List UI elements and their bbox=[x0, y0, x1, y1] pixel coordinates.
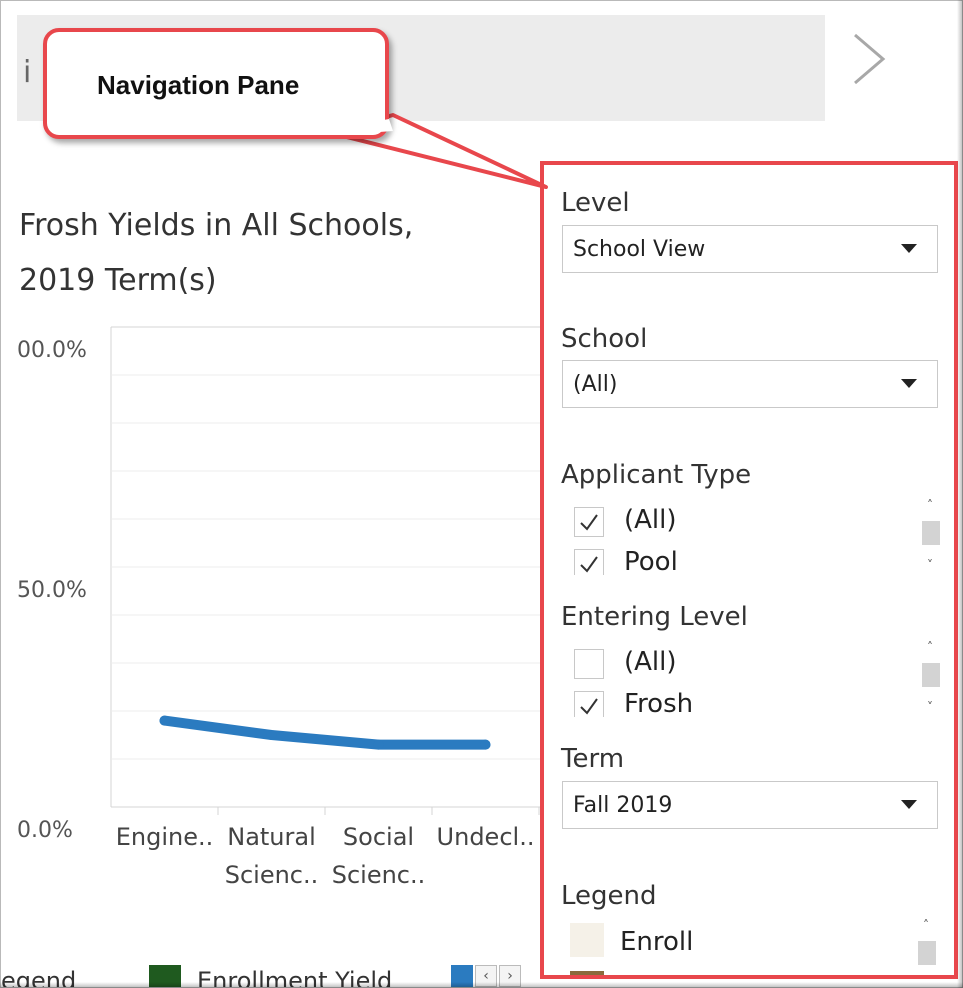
y-tick-label: 00.0% bbox=[17, 338, 87, 363]
school-label: School bbox=[561, 324, 648, 354]
entering-level-option-label: (All) bbox=[624, 647, 677, 677]
dropdown-arrow-icon bbox=[901, 379, 917, 388]
x-tick-label: Engine.. bbox=[116, 823, 214, 851]
chart-title: Frosh Yields in All Schools, bbox=[19, 208, 414, 243]
applicant-type-list: (All) Pool ˄ ˅ bbox=[562, 495, 940, 575]
applicant-type-option-label: Pool bbox=[624, 547, 678, 575]
enroll-swatch bbox=[570, 923, 604, 957]
chart-subtitle: 2019 Term(s) bbox=[19, 263, 217, 298]
applicant-type-scrollbar[interactable]: ˄ ˅ bbox=[920, 495, 940, 575]
scroll-thumb[interactable] bbox=[922, 663, 940, 687]
term-dropdown[interactable]: Fall 2019 bbox=[562, 781, 938, 829]
checkmark-icon bbox=[580, 556, 598, 573]
legend-scrollbar[interactable]: ˄ bbox=[916, 915, 936, 975]
callout-text: Navigation Pane bbox=[97, 70, 300, 100]
x-tick-label: Social bbox=[343, 823, 414, 851]
checkbox[interactable] bbox=[574, 507, 604, 537]
x-tick-label: Scienc.. bbox=[332, 861, 426, 889]
dropdown-arrow-icon bbox=[901, 800, 917, 809]
school-dropdown[interactable]: (All) bbox=[562, 360, 938, 408]
yield-line-chart: 00.0% 50.0% 0.0% Engine.. Natural Scienc.. Soc… bbox=[17, 326, 541, 889]
checkbox[interactable] bbox=[574, 649, 604, 679]
scroll-up-icon[interactable]: ˄ bbox=[920, 495, 940, 515]
x-tick-label: Undecl.. bbox=[437, 823, 535, 851]
scroll-up-icon[interactable]: ˄ bbox=[916, 915, 936, 935]
term-label: Term bbox=[561, 744, 625, 774]
x-tick-label: Scienc.. bbox=[225, 861, 319, 889]
scroll-up-icon[interactable]: ˄ bbox=[920, 637, 940, 657]
app-frame: i Frosh Yields in All Schools, 2019 Term… bbox=[0, 0, 963, 988]
y-tick-label: 0.0% bbox=[17, 818, 73, 843]
level-dropdown[interactable]: School View bbox=[562, 225, 938, 273]
checkbox[interactable] bbox=[574, 549, 604, 575]
dropdown-arrow-icon bbox=[901, 244, 917, 253]
admit-swatch bbox=[570, 971, 604, 975]
level-label: Level bbox=[561, 188, 630, 218]
level-dropdown-value: School View bbox=[573, 237, 706, 262]
entering-level-option-label: Frosh bbox=[624, 689, 694, 717]
series-point bbox=[480, 739, 491, 750]
top-bar-text: i bbox=[23, 55, 32, 90]
window-shadow bbox=[957, 0, 963, 988]
checkmark-icon bbox=[580, 698, 598, 715]
navigation-pane: Level School View School (All) Applicant… bbox=[540, 161, 958, 979]
entering-level-list: (All) Frosh ˄ ˅ bbox=[562, 637, 940, 717]
applicant-type-option-label: (All) bbox=[624, 505, 677, 535]
series-point bbox=[373, 739, 384, 750]
entering-level-scrollbar[interactable]: ˄ ˅ bbox=[920, 637, 940, 717]
scroll-thumb[interactable] bbox=[922, 521, 940, 545]
series-point bbox=[266, 730, 277, 740]
legend-item-enroll: Enroll bbox=[620, 927, 694, 957]
checkmark-icon bbox=[580, 514, 598, 531]
entering-level-label: Entering Level bbox=[561, 602, 748, 632]
scroll-down-icon[interactable]: ˅ bbox=[920, 555, 940, 575]
navigation-pane-callout: Navigation Pane bbox=[43, 28, 389, 139]
term-dropdown-value: Fall 2019 bbox=[573, 793, 673, 818]
y-tick-label: 50.0% bbox=[17, 578, 87, 603]
checkbox[interactable] bbox=[574, 691, 604, 717]
window-shadow bbox=[0, 982, 963, 988]
scroll-down-icon[interactable]: ˅ bbox=[920, 697, 940, 717]
applicant-type-label: Applicant Type bbox=[561, 460, 752, 490]
next-page-chevron-icon[interactable] bbox=[849, 29, 889, 89]
school-dropdown-value: (All) bbox=[573, 372, 618, 397]
x-tick-label: Natural bbox=[227, 823, 316, 851]
series-line bbox=[159, 715, 491, 750]
legend-label: Legend bbox=[561, 881, 657, 911]
series-point bbox=[159, 715, 170, 726]
scroll-thumb[interactable] bbox=[918, 941, 936, 965]
